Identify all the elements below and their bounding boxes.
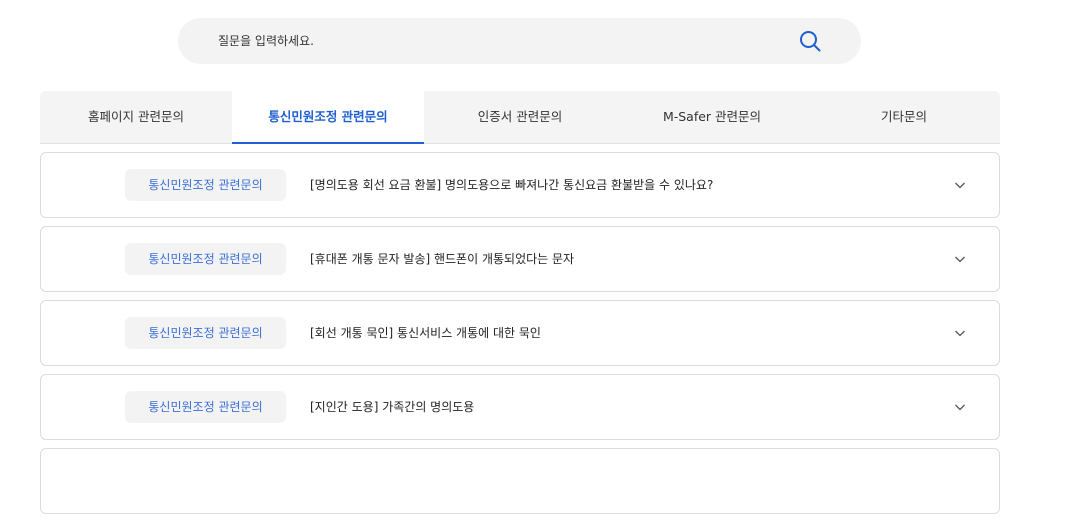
faq-item[interactable]: 통신민원조정 관련문의 [휴대폰 개통 문자 발송] 핸드폰이 개통되었다는 문… [40, 226, 1000, 292]
category-badge: 통신민원조정 관련문의 [125, 391, 286, 423]
faq-item[interactable]: 통신민원조정 관련문의 [지인간 도용] 가족간의 명의도용 [40, 374, 1000, 440]
tab-other[interactable]: 기타문의 [808, 91, 1000, 143]
category-badge: 통신민원조정 관련문의 [125, 169, 286, 201]
category-badge: 통신민원조정 관련문의 [125, 243, 286, 275]
chevron-down-icon[interactable] [954, 327, 966, 339]
faq-question: [명의도용 회선 요금 환불] 명의도용으로 빠져나간 통신요금 환불받을 수 … [310, 178, 714, 192]
faq-item-partial[interactable] [40, 448, 1000, 514]
category-badge: 통신민원조정 관련문의 [125, 317, 286, 349]
chevron-down-icon[interactable] [954, 401, 966, 413]
faq-question: [회선 개통 묵인] 통신서비스 개통에 대한 묵인 [310, 326, 541, 340]
faq-question: [휴대폰 개통 문자 발송] 핸드폰이 개통되었다는 문자 [310, 252, 575, 266]
tab-m-safer[interactable]: M-Safer 관련문의 [616, 91, 808, 143]
search-bar[interactable] [178, 18, 861, 64]
search-input[interactable] [218, 18, 778, 64]
chevron-down-icon[interactable] [954, 253, 966, 265]
faq-question: [지인간 도용] 가족간의 명의도용 [310, 400, 475, 414]
tab-telecom-mediation[interactable]: 통신민원조정 관련문의 [232, 91, 424, 144]
tab-homepage[interactable]: 홈페이지 관련문의 [40, 91, 232, 143]
search-icon[interactable] [798, 29, 822, 53]
faq-list: 통신민원조정 관련문의 [명의도용 회선 요금 환불] 명의도용으로 빠져나간 … [40, 152, 1000, 522]
chevron-down-icon[interactable] [954, 179, 966, 191]
category-tabs: 홈페이지 관련문의 통신민원조정 관련문의 인증서 관련문의 M-Safer 관… [40, 91, 1000, 144]
faq-item[interactable]: 통신민원조정 관련문의 [명의도용 회선 요금 환불] 명의도용으로 빠져나간 … [40, 152, 1000, 218]
tab-certificate[interactable]: 인증서 관련문의 [424, 91, 616, 143]
faq-item[interactable]: 통신민원조정 관련문의 [회선 개통 묵인] 통신서비스 개통에 대한 묵인 [40, 300, 1000, 366]
